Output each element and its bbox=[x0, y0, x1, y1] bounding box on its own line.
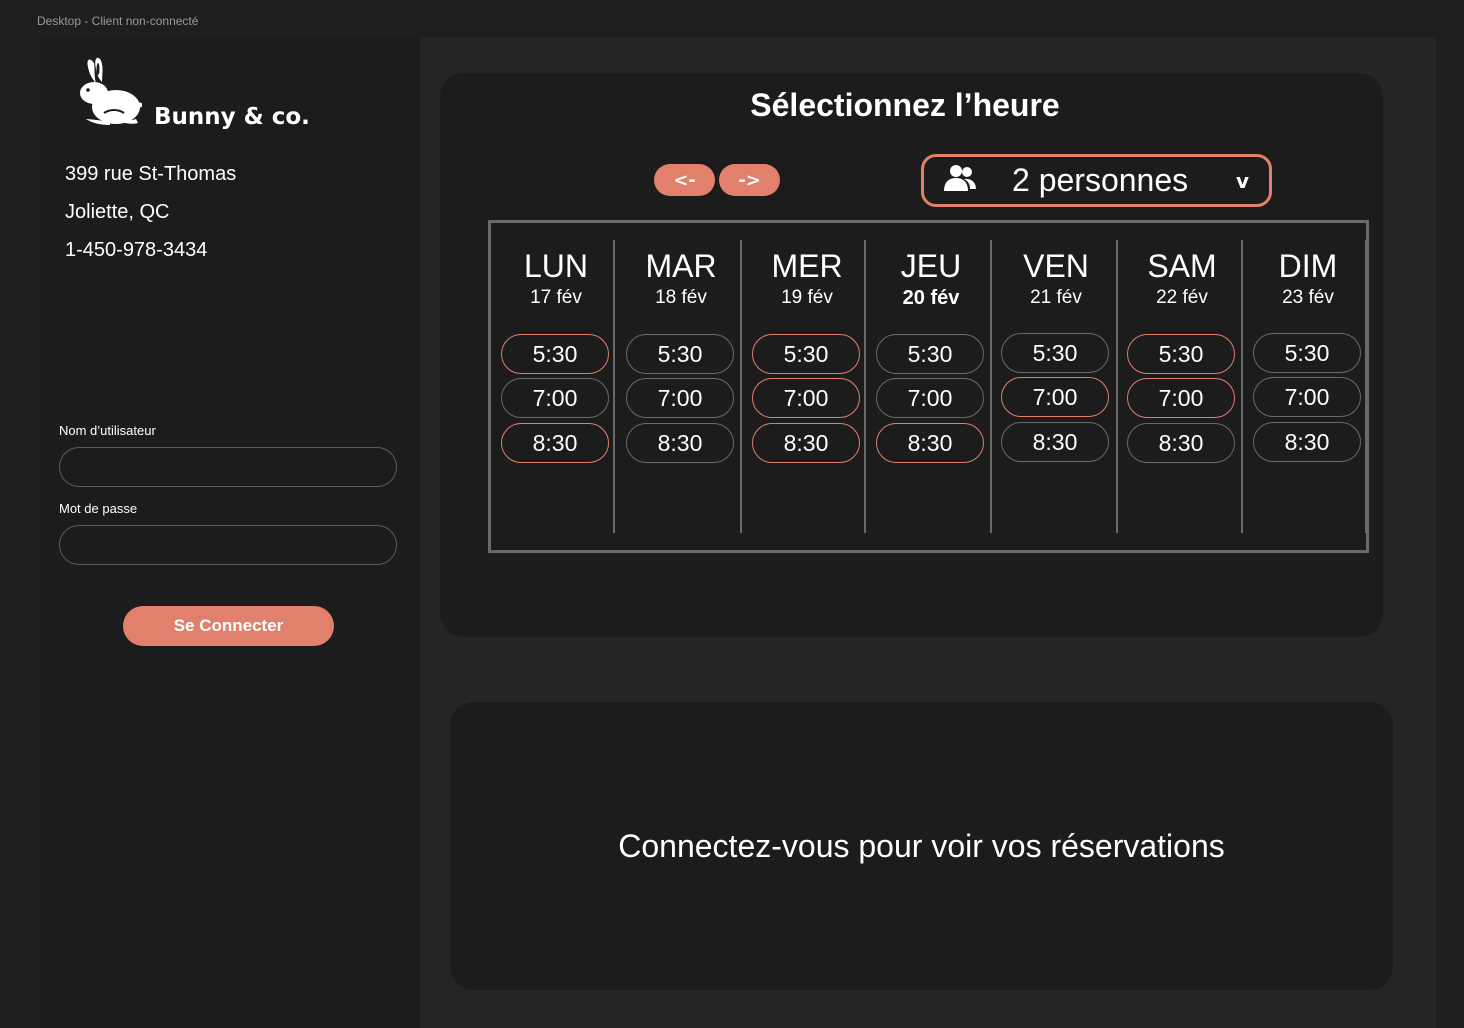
time-slot[interactable]: 8:30 bbox=[626, 423, 734, 463]
time-slot[interactable]: 8:30 bbox=[876, 423, 984, 463]
time-slot[interactable]: 8:30 bbox=[752, 423, 860, 463]
rabbit-icon bbox=[64, 57, 143, 134]
sidebar: Bunny & co. 399 rue St-Thomas Joliette, … bbox=[38, 37, 420, 1028]
day-column-ven: VEN 21 fév 5:30 7:00 8:30 bbox=[993, 240, 1119, 533]
time-slot[interactable]: 8:30 bbox=[1001, 422, 1109, 462]
day-column-mer: MER 19 fév 5:30 7:00 8:30 bbox=[744, 240, 870, 533]
time-slot[interactable]: 5:30 bbox=[1001, 333, 1109, 373]
day-name: DIM bbox=[1278, 248, 1338, 284]
day-date: 19 fév bbox=[781, 287, 833, 308]
day-date: 18 fév bbox=[655, 287, 707, 308]
password-label: Mot de passe bbox=[59, 501, 138, 516]
reservations-message: Connectez-vous pour voir vos réservation… bbox=[618, 827, 1225, 864]
day-divider bbox=[990, 240, 992, 533]
time-slot[interactable]: 7:00 bbox=[501, 378, 609, 418]
schedule-grid: LUN 17 fév 5:30 7:00 8:30 MAR 18 fév 5:3… bbox=[488, 220, 1369, 553]
time-slot[interactable]: 7:00 bbox=[1001, 377, 1109, 417]
frame-label: Desktop - Client non-connecté bbox=[37, 14, 199, 28]
password-input[interactable] bbox=[59, 525, 397, 565]
time-slot[interactable]: 5:30 bbox=[1127, 334, 1235, 374]
brand-name: Bunny & co. bbox=[154, 104, 310, 130]
city-address: Joliette, QC bbox=[65, 201, 170, 223]
time-slot[interactable]: 5:30 bbox=[876, 334, 984, 374]
day-column-mar: MAR 18 fév 5:30 7:00 8:30 bbox=[618, 240, 744, 533]
time-slot[interactable]: 5:30 bbox=[1253, 333, 1361, 373]
day-name: SAM bbox=[1147, 248, 1217, 284]
day-divider bbox=[1365, 240, 1367, 533]
party-size-select[interactable]: 2 personnes v bbox=[921, 154, 1272, 207]
street-address: 399 rue St-Thomas bbox=[65, 163, 237, 185]
day-date: 22 fév bbox=[1156, 287, 1208, 308]
time-slot[interactable]: 5:30 bbox=[626, 334, 734, 374]
day-column-jeu: JEU 20 fév 5:30 7:00 8:30 bbox=[868, 240, 994, 533]
day-divider bbox=[1241, 240, 1243, 533]
time-slot[interactable]: 8:30 bbox=[1253, 422, 1361, 462]
day-column-lun: LUN 17 fév 5:30 7:00 8:30 bbox=[493, 240, 619, 533]
time-slot[interactable]: 7:00 bbox=[1127, 378, 1235, 418]
time-slot[interactable]: 5:30 bbox=[752, 334, 860, 374]
time-slot[interactable]: 7:00 bbox=[876, 378, 984, 418]
party-size-value: 2 personnes bbox=[1012, 162, 1189, 198]
schedule-title: Sélectionnez l’heure bbox=[750, 87, 1060, 123]
time-slot[interactable]: 7:00 bbox=[752, 378, 860, 418]
time-slot[interactable]: 5:30 bbox=[501, 334, 609, 374]
day-date: 17 fév bbox=[530, 287, 582, 308]
day-name: LUN bbox=[523, 248, 588, 284]
time-slot[interactable]: 8:30 bbox=[1127, 423, 1235, 463]
username-label: Nom d’utilisateur bbox=[59, 423, 156, 438]
day-date: 23 fév bbox=[1282, 287, 1334, 308]
main-area: Sélectionnez l’heure <- -> 2 personnes v… bbox=[420, 37, 1436, 1028]
login-button[interactable]: Se Connecter bbox=[123, 606, 334, 646]
phone-number: 1-450-978-3434 bbox=[65, 239, 208, 261]
prev-week-button[interactable]: <- bbox=[654, 164, 715, 196]
contact-info: 399 rue St-Thomas Joliette, QC 1-450-978… bbox=[65, 155, 236, 269]
next-week-button[interactable]: -> bbox=[719, 164, 780, 196]
time-slot[interactable]: 7:00 bbox=[1253, 377, 1361, 417]
time-slot[interactable]: 8:30 bbox=[501, 423, 609, 463]
day-divider bbox=[740, 240, 742, 533]
day-name: JEU bbox=[900, 248, 962, 284]
day-divider bbox=[1116, 240, 1118, 533]
day-name: MAR bbox=[645, 248, 717, 284]
day-name: MER bbox=[771, 248, 843, 284]
time-slot[interactable]: 7:00 bbox=[626, 378, 734, 418]
day-date: 21 fév bbox=[1030, 287, 1082, 308]
day-name: VEN bbox=[1023, 248, 1089, 284]
day-divider bbox=[613, 240, 615, 533]
schedule-panel: Sélectionnez l’heure <- -> 2 personnes v… bbox=[440, 73, 1383, 637]
day-column-sam: SAM 22 fév 5:30 7:00 8:30 bbox=[1119, 240, 1245, 533]
day-date-today: 20 fév bbox=[902, 287, 960, 309]
chevron-down-icon: v bbox=[1235, 168, 1249, 193]
username-input[interactable] bbox=[59, 447, 397, 487]
brand-logo[interactable]: Bunny & co. bbox=[64, 57, 310, 134]
day-divider bbox=[864, 240, 866, 533]
day-column-dim: DIM 23 fév 5:30 7:00 8:30 bbox=[1245, 240, 1371, 533]
users-icon bbox=[944, 163, 976, 198]
reservations-panel: Connectez-vous pour voir vos réservation… bbox=[450, 702, 1393, 990]
